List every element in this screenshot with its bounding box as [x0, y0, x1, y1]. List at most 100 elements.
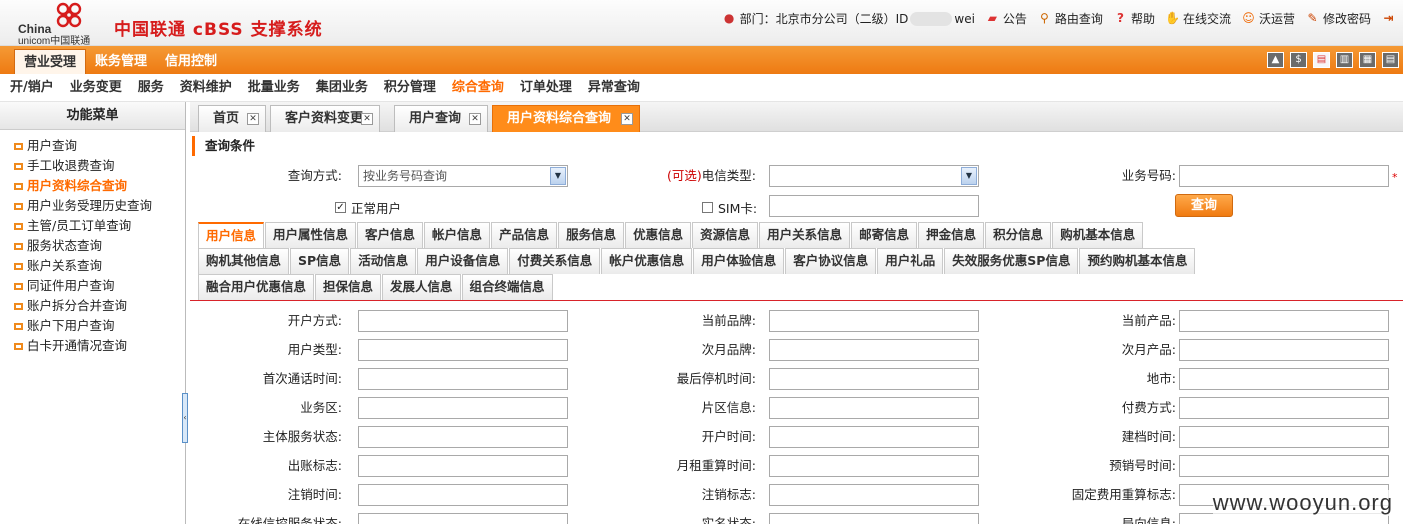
subnav-comprehensive-query[interactable]: 综合查询	[444, 74, 512, 101]
page-tab-user-query[interactable]: 用户查询 ✕	[394, 105, 488, 132]
info-tab[interactable]: 购机基本信息	[1052, 222, 1144, 248]
sidebar-item[interactable]: 服务状态查询	[0, 236, 185, 256]
field-input[interactable]	[769, 310, 979, 332]
field-input[interactable]	[1179, 397, 1389, 419]
online-chat-link[interactable]: ✋ 在线交流	[1165, 10, 1231, 27]
nav-tab-billing[interactable]: 账务管理	[86, 49, 156, 74]
chevron-down-icon[interactable]: ▼	[550, 167, 566, 185]
info-tab[interactable]: 优惠信息	[625, 222, 692, 248]
list-tool-icon[interactable]: ▤	[1382, 52, 1399, 68]
info-tab[interactable]: 发展人信息	[382, 274, 461, 300]
wo-operation-link[interactable]: ☺ 沃运营	[1241, 10, 1295, 27]
field-input[interactable]	[1179, 339, 1389, 361]
field-input[interactable]	[358, 339, 568, 361]
field-input[interactable]	[769, 368, 979, 390]
checkbox-checked-icon[interactable]: ✓	[335, 202, 346, 213]
info-tab[interactable]: 资源信息	[692, 222, 759, 248]
info-tab-user-info[interactable]: 用户信息	[198, 222, 265, 248]
service-number-input[interactable]	[1179, 165, 1389, 187]
nav-tab-credit[interactable]: 信用控制	[156, 49, 226, 74]
field-input[interactable]	[358, 484, 568, 506]
field-input[interactable]	[1179, 455, 1389, 477]
info-tab[interactable]: 用户关系信息	[759, 222, 851, 248]
info-tab[interactable]: 担保信息	[315, 274, 382, 300]
field-input[interactable]	[1179, 310, 1389, 332]
info-tab[interactable]: 帐户优惠信息	[601, 248, 693, 274]
field-input[interactable]	[769, 484, 979, 506]
sidebar-item[interactable]: 手工收退费查询	[0, 156, 185, 176]
info-tab[interactable]: SP信息	[290, 248, 350, 274]
sidebar-item-active[interactable]: 用户资料综合查询	[0, 176, 185, 196]
page-tab-customer-change[interactable]: 客户资料变更 ✕	[270, 105, 380, 132]
info-tab[interactable]: 预约购机基本信息	[1079, 248, 1196, 274]
subnav-points[interactable]: 积分管理	[376, 74, 444, 101]
window-tool-icon[interactable]: ▤	[1313, 52, 1330, 68]
subnav-order[interactable]: 订单处理	[512, 74, 580, 101]
info-tab[interactable]: 组合终端信息	[461, 274, 553, 300]
info-tab[interactable]: 押金信息	[918, 222, 985, 248]
info-tab[interactable]: 融合用户优惠信息	[198, 274, 315, 300]
sidebar-item[interactable]: 账户关系查询	[0, 256, 185, 276]
nav-tab-business[interactable]: 营业受理	[14, 49, 87, 74]
user-tool-icon[interactable]: ▲	[1267, 52, 1284, 68]
sidebar-item[interactable]: 用户查询	[0, 136, 185, 156]
subnav-open-close[interactable]: 开/销户	[2, 74, 62, 101]
close-icon[interactable]: ✕	[361, 113, 373, 125]
info-tab[interactable]: 活动信息	[350, 248, 417, 274]
field-input[interactable]	[1179, 368, 1389, 390]
logout-button[interactable]: ⇥	[1381, 11, 1399, 26]
field-input[interactable]	[769, 455, 979, 477]
field-input[interactable]	[769, 426, 979, 448]
help-link[interactable]: ? 帮助	[1113, 10, 1155, 27]
subnav-service[interactable]: 服务	[130, 74, 172, 101]
info-tab[interactable]: 服务信息	[558, 222, 625, 248]
telecom-type-select[interactable]: ▼	[769, 165, 979, 187]
info-tab[interactable]: 失效服务优惠SP信息	[944, 248, 1079, 274]
close-icon[interactable]: ✕	[247, 113, 259, 125]
info-tab[interactable]: 购机其他信息	[198, 248, 290, 274]
info-tab[interactable]: 客户协议信息	[785, 248, 877, 274]
route-query-link[interactable]: ⚲ 路由查询	[1037, 10, 1103, 27]
page-tab-home[interactable]: 首页 ✕	[198, 105, 266, 132]
info-tab[interactable]: 付费关系信息	[509, 248, 601, 274]
info-tab[interactable]: 用户体验信息	[693, 248, 785, 274]
page-tab-user-comprehensive-query[interactable]: 用户资料综合查询 ✕	[492, 105, 640, 132]
query-button[interactable]: 查询	[1175, 194, 1233, 217]
field-input[interactable]	[358, 513, 568, 524]
info-tab[interactable]: 用户设备信息	[417, 248, 509, 274]
subnav-business-change[interactable]: 业务变更	[62, 74, 130, 101]
close-icon[interactable]: ✕	[469, 113, 481, 125]
info-tab[interactable]: 积分信息	[985, 222, 1052, 248]
field-input[interactable]	[358, 368, 568, 390]
field-input[interactable]	[358, 426, 568, 448]
sidebar-item[interactable]: 白卡开通情况查询	[0, 336, 185, 356]
notice-link[interactable]: ▰ 公告	[985, 10, 1027, 27]
sidebar-item[interactable]: 主管/员工订单查询	[0, 216, 185, 236]
sidebar-item[interactable]: 用户业务受理历史查询	[0, 196, 185, 216]
checkbox-icon[interactable]	[702, 202, 713, 213]
normal-user-checkbox[interactable]: ✓ 正常用户	[335, 198, 401, 217]
sidebar-collapse-handle[interactable]: ‹	[182, 393, 188, 443]
query-method-select[interactable]: 按业务号码查询 ▼	[358, 165, 568, 187]
field-input[interactable]	[358, 455, 568, 477]
sim-card-input[interactable]	[769, 195, 979, 217]
info-tab[interactable]: 用户属性信息	[265, 222, 357, 248]
dollar-tool-icon[interactable]: $	[1290, 52, 1307, 68]
info-tab[interactable]: 用户礼品	[877, 248, 944, 274]
layout-tool-icon[interactable]: ▥	[1336, 52, 1353, 68]
close-icon[interactable]: ✕	[621, 113, 633, 125]
info-tab[interactable]: 客户信息	[357, 222, 424, 248]
subnav-batch[interactable]: 批量业务	[240, 74, 308, 101]
subnav-data-maintain[interactable]: 资料维护	[172, 74, 240, 101]
info-tab[interactable]: 邮寄信息	[851, 222, 918, 248]
field-input[interactable]	[1179, 426, 1389, 448]
chevron-down-icon[interactable]: ▼	[961, 167, 977, 185]
field-input[interactable]	[769, 513, 979, 524]
grid-tool-icon[interactable]: ▦	[1359, 52, 1376, 68]
field-input[interactable]	[769, 339, 979, 361]
change-password-link[interactable]: ✎ 修改密码	[1305, 10, 1371, 27]
info-tab[interactable]: 帐户信息	[424, 222, 491, 248]
sim-card-checkbox[interactable]: SIM卡:	[702, 198, 757, 217]
subnav-exception[interactable]: 异常查询	[580, 74, 648, 101]
sidebar-item[interactable]: 账户拆分合并查询	[0, 296, 185, 316]
